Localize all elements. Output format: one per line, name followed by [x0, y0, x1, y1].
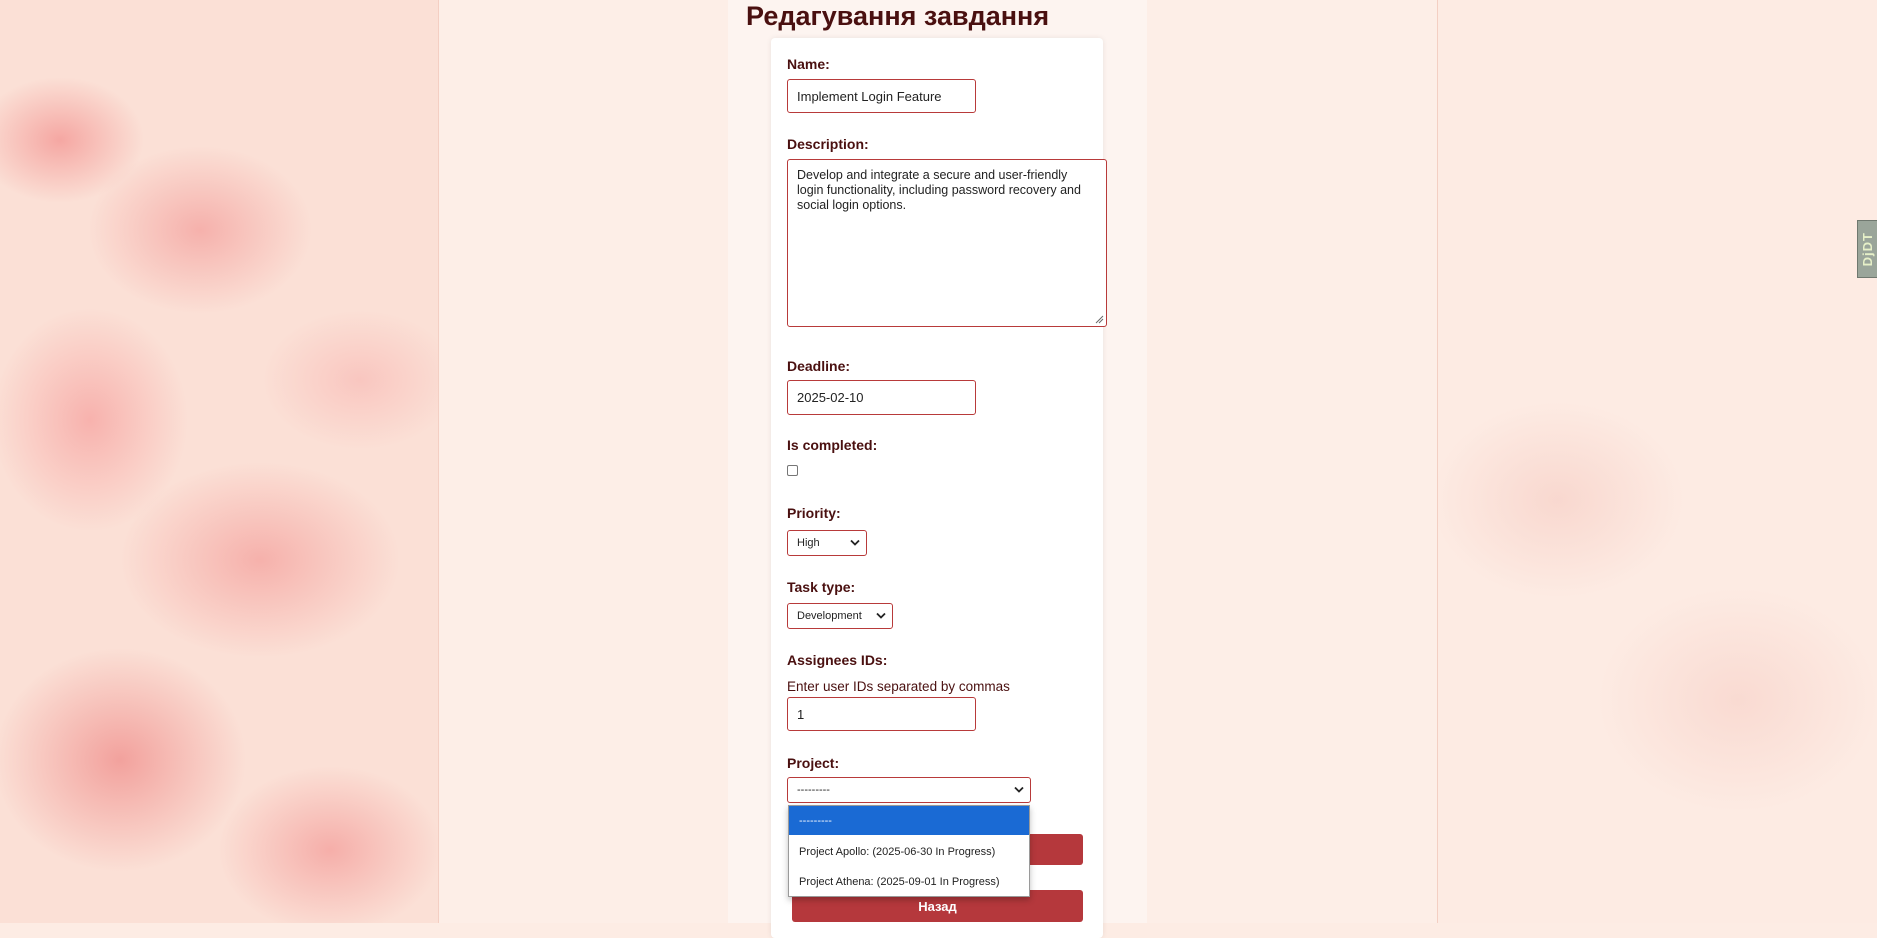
back-button-label: Назад	[918, 898, 957, 914]
project-option[interactable]: Project Apollo: (2025-06-30 In Progress)	[789, 837, 1029, 866]
description-label: Description:	[787, 136, 869, 152]
priority-select[interactable]: High	[787, 530, 867, 556]
deadline-input[interactable]: 2025-02-10	[787, 380, 976, 415]
project-option[interactable]: Project Athena: (2025-09-01 In Progress)	[789, 867, 1029, 896]
project-select[interactable]: ---------	[787, 777, 1031, 803]
task-type-select-value: Development	[797, 610, 862, 622]
assignees-input[interactable]: 1	[787, 697, 976, 731]
background-right-decoration	[1438, 0, 1877, 923]
task-type-select[interactable]: Development	[787, 603, 893, 629]
deadline-label: Deadline:	[787, 358, 851, 374]
name-input[interactable]: Implement Login Feature	[787, 79, 976, 113]
is-completed-label: Is completed:	[787, 437, 878, 453]
name-input-value: Implement Login Feature	[797, 88, 942, 104]
background-right-column	[1147, 0, 1438, 923]
description-textarea[interactable]: Develop and integrate a secure and user-…	[787, 159, 1107, 327]
description-textarea-value: Develop and integrate a secure and user-…	[797, 168, 1081, 212]
project-label: Project:	[787, 755, 840, 771]
assignees-label: Assignees IDs:	[787, 652, 888, 668]
chevron-down-icon	[850, 539, 860, 546]
page-title: Редагування завдання	[746, 1, 1050, 31]
deadline-input-value: 2025-02-10	[797, 390, 864, 405]
chevron-down-icon	[876, 612, 886, 619]
is-completed-checkbox[interactable]	[787, 465, 798, 476]
resize-grip-icon[interactable]	[1095, 315, 1104, 324]
debug-toolbar-tab[interactable]: DjDT	[1857, 220, 1877, 278]
project-select-value: ---------	[797, 784, 830, 796]
background-left-decoration	[0, 0, 440, 923]
priority-select-value: High	[797, 537, 820, 549]
assignees-input-value: 1	[797, 706, 805, 722]
chevron-down-icon	[1014, 786, 1024, 793]
assignees-help-text: Enter user IDs separated by commas	[787, 679, 1010, 694]
task-type-label: Task type:	[787, 579, 856, 595]
project-dropdown-list: --------- Project Apollo: (2025-06-30 In…	[788, 805, 1030, 897]
project-option[interactable]: ---------	[789, 806, 1029, 835]
name-label: Name:	[787, 56, 830, 72]
debug-toolbar-label: DjDT	[1860, 231, 1875, 267]
background-left-column	[438, 0, 729, 923]
priority-label: Priority:	[787, 505, 841, 521]
